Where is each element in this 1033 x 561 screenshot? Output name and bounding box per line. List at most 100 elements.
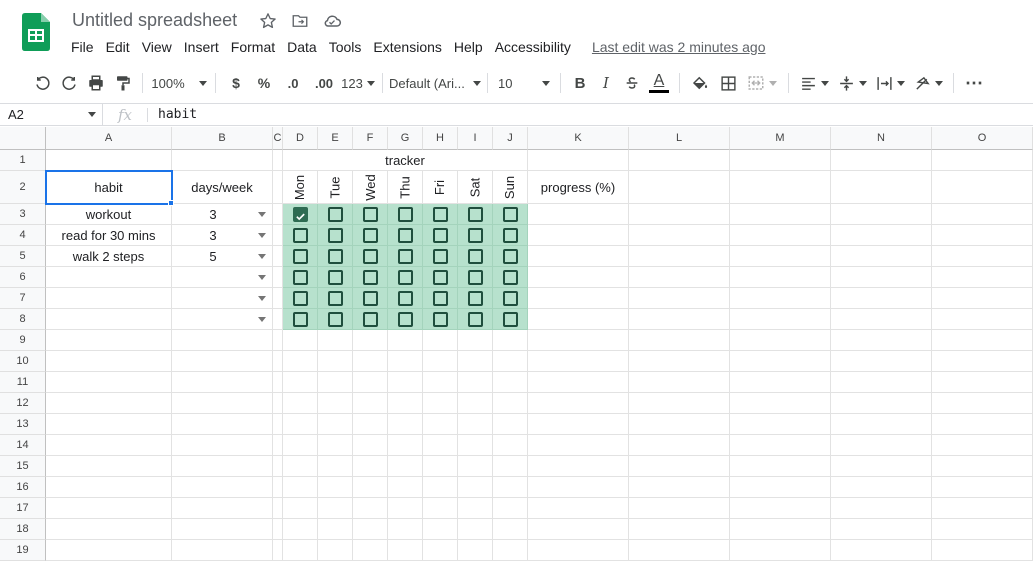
cell-k18[interactable] [528, 519, 629, 540]
cell-k9[interactable] [528, 330, 629, 351]
text-rotation-icon[interactable] [909, 69, 947, 97]
sheets-logo-icon[interactable] [22, 13, 50, 51]
fill-color-icon[interactable] [686, 69, 714, 97]
cell-h2[interactable]: Fri [423, 171, 458, 204]
row-header-5[interactable]: 5 [0, 246, 46, 267]
cell-b18[interactable] [172, 519, 273, 540]
tracker-checkbox[interactable] [468, 312, 483, 327]
cell-k19[interactable] [528, 540, 629, 561]
cell-k3[interactable] [528, 204, 629, 225]
cell-m18[interactable] [730, 519, 831, 540]
cell-j12[interactable] [493, 393, 528, 414]
cell-l13[interactable] [629, 414, 730, 435]
cell-j10[interactable] [493, 351, 528, 372]
cell-m13[interactable] [730, 414, 831, 435]
cell-h12[interactable] [423, 393, 458, 414]
cell-i19[interactable] [458, 540, 493, 561]
cell-o16[interactable] [932, 477, 1033, 498]
cell-b14[interactable] [172, 435, 273, 456]
tracker-checkbox[interactable] [293, 270, 308, 285]
cell-o14[interactable] [932, 435, 1033, 456]
tracker-checkbox[interactable] [503, 249, 518, 264]
cell-k1[interactable] [528, 150, 629, 171]
cell-i12[interactable] [458, 393, 493, 414]
tracker-checkbox[interactable] [503, 312, 518, 327]
cell-o4[interactable] [932, 225, 1033, 246]
cell-n10[interactable] [831, 351, 932, 372]
cell-m3[interactable] [730, 204, 831, 225]
cell-e18[interactable] [318, 519, 353, 540]
cell-b11[interactable] [172, 372, 273, 393]
tracker-checkbox[interactable] [433, 228, 448, 243]
cell-a7[interactable] [46, 288, 172, 309]
cell-o2[interactable] [932, 171, 1033, 204]
column-header-i[interactable]: I [458, 127, 493, 150]
cell-l15[interactable] [629, 456, 730, 477]
cell-n8[interactable] [831, 309, 932, 330]
cell-k14[interactable] [528, 435, 629, 456]
column-header-e[interactable]: E [318, 127, 353, 150]
cell-h10[interactable] [423, 351, 458, 372]
menu-insert[interactable]: Insert [178, 39, 225, 55]
cell-a19[interactable] [46, 540, 172, 561]
number-format-select[interactable]: 123 [340, 69, 376, 97]
cell-c5[interactable] [273, 246, 283, 267]
cell-f2[interactable]: Wed [353, 171, 388, 204]
cell-i10[interactable] [458, 351, 493, 372]
cell-l3[interactable] [629, 204, 730, 225]
cell-o1[interactable] [932, 150, 1033, 171]
text-wrapping-icon[interactable] [871, 69, 909, 97]
redo-icon[interactable] [56, 69, 82, 97]
cell-i16[interactable] [458, 477, 493, 498]
name-box[interactable]: A2 [0, 104, 103, 125]
cell-j9[interactable] [493, 330, 528, 351]
cell-a4[interactable]: read for 30 mins [46, 225, 172, 246]
cell-m19[interactable] [730, 540, 831, 561]
cell-c11[interactable] [273, 372, 283, 393]
cell-o3[interactable] [932, 204, 1033, 225]
tracker-checkbox[interactable] [503, 228, 518, 243]
cell-c14[interactable] [273, 435, 283, 456]
tracker-checkbox[interactable] [398, 249, 413, 264]
cell-i15[interactable] [458, 456, 493, 477]
cell-l6[interactable] [629, 267, 730, 288]
cell-m14[interactable] [730, 435, 831, 456]
cell-a9[interactable] [46, 330, 172, 351]
row-header-17[interactable]: 17 [0, 498, 46, 519]
menu-tools[interactable]: Tools [323, 39, 368, 55]
cell-f19[interactable] [353, 540, 388, 561]
cell-c13[interactable] [273, 414, 283, 435]
tracker-checkbox[interactable] [328, 249, 343, 264]
cell-j17[interactable] [493, 498, 528, 519]
cell-a14[interactable] [46, 435, 172, 456]
menu-view[interactable]: View [136, 39, 178, 55]
cell-d12[interactable] [283, 393, 318, 414]
tracker-checkbox[interactable] [293, 249, 308, 264]
tracker-checkbox[interactable] [433, 312, 448, 327]
cell-f12[interactable] [353, 393, 388, 414]
tracker-checkbox[interactable] [433, 249, 448, 264]
cell-g14[interactable] [388, 435, 423, 456]
cell-c1[interactable] [273, 150, 283, 171]
row-header-9[interactable]: 9 [0, 330, 46, 351]
cell-o13[interactable] [932, 414, 1033, 435]
tracker-checkbox[interactable] [363, 291, 378, 306]
paint-format-icon[interactable] [110, 69, 136, 97]
cell-b9[interactable] [172, 330, 273, 351]
cell-o19[interactable] [932, 540, 1033, 561]
bold-button[interactable]: B [567, 69, 593, 97]
cell-d10[interactable] [283, 351, 318, 372]
cell-o18[interactable] [932, 519, 1033, 540]
cell-f14[interactable] [353, 435, 388, 456]
cell-l4[interactable] [629, 225, 730, 246]
cell-n2[interactable] [831, 171, 932, 204]
cell-n17[interactable] [831, 498, 932, 519]
cell-m7[interactable] [730, 288, 831, 309]
dropdown-chevron-icon[interactable] [258, 233, 266, 238]
cell-a13[interactable] [46, 414, 172, 435]
cell-i17[interactable] [458, 498, 493, 519]
cell-o5[interactable] [932, 246, 1033, 267]
cell-f16[interactable] [353, 477, 388, 498]
row-header-11[interactable]: 11 [0, 372, 46, 393]
cell-j13[interactable] [493, 414, 528, 435]
